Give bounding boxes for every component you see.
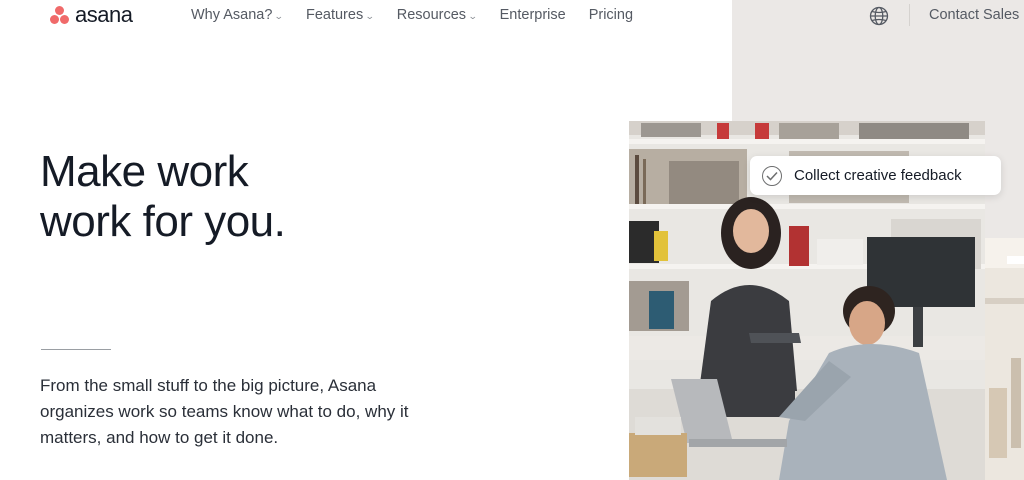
nav-item-enterprise[interactable]: Enterprise (500, 7, 566, 23)
nav-item-label: Resources (396, 7, 467, 23)
logo-wordmark: asana (75, 2, 133, 27)
headline-line-1: Make work (40, 147, 249, 196)
chevron-down-icon: ⌄ (467, 10, 478, 21)
nav-item-pricing[interactable]: Pricing (589, 7, 633, 23)
secondary-photo (985, 238, 1024, 480)
task-card-label: Collect creative feedback (794, 167, 962, 184)
main-menu: Why Asana? ⌄ Features ⌄ Resources ⌄ Ente… (191, 7, 633, 23)
chevron-down-icon: ⌄ (365, 10, 375, 21)
hero-headline: Make work work for you. (40, 147, 286, 247)
divider-rule (41, 349, 111, 350)
nav-item-label: Enterprise (499, 7, 566, 23)
nav-item-label: Pricing (588, 7, 634, 23)
check-circle-icon (762, 165, 782, 186)
task-card: Collect creative feedback (750, 156, 1001, 195)
headline-line-2: work for you. (40, 197, 286, 246)
nav-item-why-asana[interactable]: Why Asana? ⌄ (191, 7, 285, 23)
nav-item-features[interactable]: Features ⌄ (305, 7, 375, 23)
nav-divider (909, 4, 910, 26)
globe-icon[interactable] (869, 6, 889, 26)
asana-logo-icon (49, 5, 71, 25)
hero-subtext: From the small stuff to the big picture,… (40, 376, 409, 447)
nav-item-label: Why Asana? (191, 7, 273, 23)
top-navigation: asana Why Asana? ⌄ Features ⌄ Resources … (0, 0, 1024, 32)
contact-sales-link[interactable]: Contact Sales (929, 7, 1019, 23)
nav-item-label: Features (305, 7, 364, 23)
chevron-down-icon: ⌄ (274, 10, 285, 21)
asana-logo[interactable]: asana (49, 2, 133, 27)
nav-item-resources[interactable]: Resources ⌄ (396, 7, 478, 23)
